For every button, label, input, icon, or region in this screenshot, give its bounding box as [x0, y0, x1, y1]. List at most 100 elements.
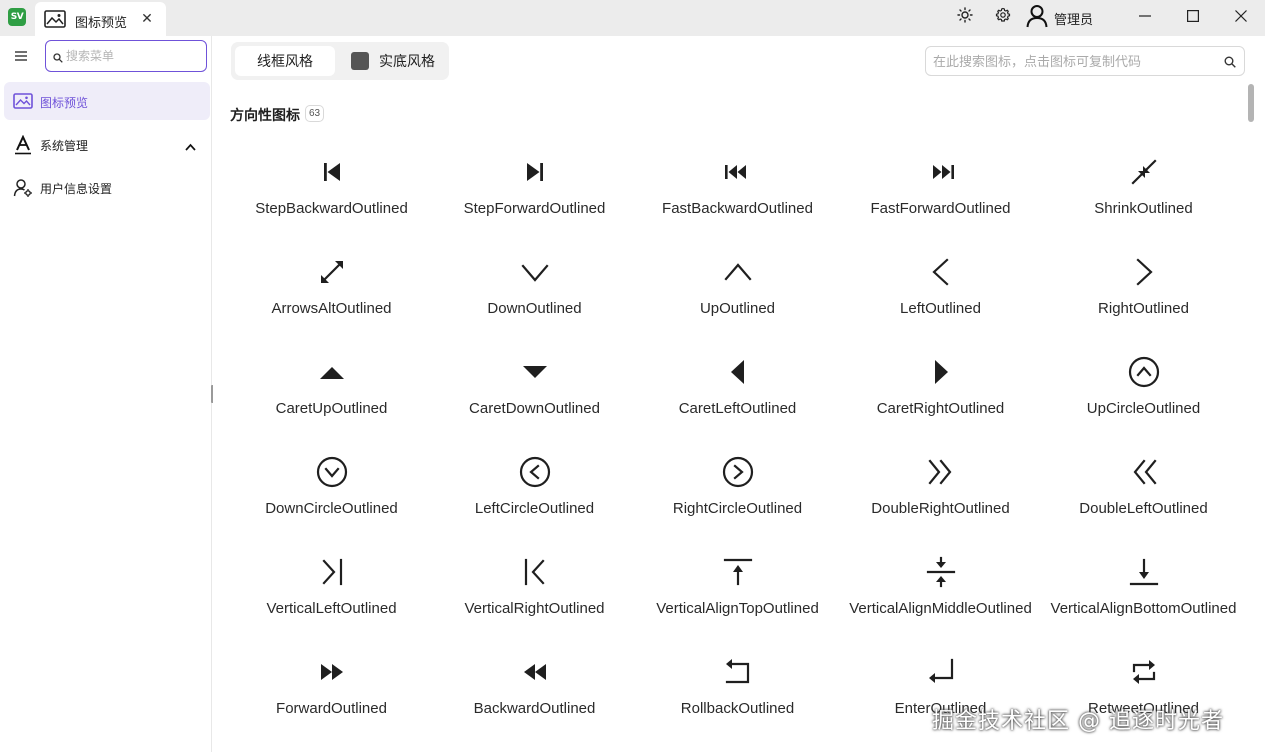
- search-icon[interactable]: [1224, 55, 1236, 73]
- caret-down-icon: [519, 356, 551, 388]
- caret-right-icon: [925, 356, 957, 388]
- title-bar: SV 图标预览 ✕ 管理员: [0, 0, 1265, 36]
- scrollbar[interactable]: [1248, 84, 1254, 752]
- icon-card[interactable]: UpCircleOutlined: [1042, 336, 1245, 436]
- menu-search-box: [45, 40, 207, 72]
- icon-card[interactable]: FastBackwardOutlined: [636, 136, 839, 236]
- minimize-button[interactable]: [1132, 5, 1158, 31]
- tab-label: 图标预览: [75, 15, 128, 30]
- sun-icon: [957, 6, 973, 28]
- letter-a-icon: [13, 134, 33, 155]
- icon-card[interactable]: StepBackwardOutlined: [230, 136, 433, 236]
- user-name: 管理员: [1054, 11, 1094, 27]
- scrollbar-thumb[interactable]: [1248, 84, 1254, 122]
- close-icon: [1235, 9, 1247, 27]
- fast-forward-icon: [925, 156, 957, 188]
- step-forward-icon: [519, 156, 551, 188]
- watermark: 掘金技术社区 @ 追逐时光者: [932, 709, 1224, 734]
- filled-style-button[interactable]: 实底风格: [339, 46, 445, 76]
- arrows-alt-icon: [316, 256, 348, 288]
- icon-name: DoubleLeftOutlined: [1079, 500, 1208, 517]
- icon-card[interactable]: VerticalAlignTopOutlined: [636, 536, 839, 636]
- icon-card[interactable]: LeftCircleOutlined: [433, 436, 636, 536]
- icon-card[interactable]: ForwardOutlined: [230, 636, 433, 736]
- icon-card[interactable]: DoubleLeftOutlined: [1042, 436, 1245, 536]
- icon-name: CaretUpOutlined: [275, 400, 388, 417]
- icon-name: DoubleRightOutlined: [871, 500, 1010, 517]
- icon-name: DownOutlined: [487, 300, 582, 317]
- vertical-align-top-icon: [722, 556, 754, 588]
- theme-toggle-button[interactable]: [954, 6, 976, 28]
- section-count-badge: 63: [305, 105, 325, 122]
- caret-left-icon: [722, 356, 754, 388]
- icon-search-box: [925, 46, 1245, 76]
- double-left-icon: [1128, 456, 1160, 488]
- maximize-button[interactable]: [1180, 5, 1206, 31]
- app-logo: SV: [8, 8, 26, 26]
- icon-card[interactable]: CaretRightOutlined: [839, 336, 1042, 436]
- outlined-style-button[interactable]: 线框风格: [235, 46, 335, 76]
- icon-name: DownCircleOutlined: [265, 500, 398, 517]
- caret-up-icon: [316, 356, 348, 388]
- icon-name: UpOutlined: [699, 300, 776, 317]
- retweet-icon: [1128, 656, 1160, 688]
- vertical-align-bottom-icon: [1128, 556, 1160, 588]
- sidebar-item-label: 用户信息设置: [40, 182, 113, 196]
- icon-card[interactable]: ShrinkOutlined: [1042, 136, 1245, 236]
- sidebar-item-user-settings[interactable]: 用户信息设置: [4, 168, 210, 206]
- icon-name: VerticalAlignTopOutlined: [656, 600, 819, 617]
- fast-backward-icon: [722, 156, 754, 188]
- tab-icon-preview[interactable]: 图标预览 ✕: [35, 2, 166, 36]
- left-circle-icon: [519, 456, 551, 488]
- icon-card[interactable]: DownOutlined: [433, 236, 636, 336]
- icon-card[interactable]: BackwardOutlined: [433, 636, 636, 736]
- icon-card[interactable]: VerticalRightOutlined: [433, 536, 636, 636]
- menu-collapse-button[interactable]: [11, 48, 31, 68]
- icon-card[interactable]: UpOutlined: [636, 236, 839, 336]
- user-menu[interactable]: 管理员: [1026, 4, 1093, 32]
- sidebar-item-system-management[interactable]: 系统管理: [4, 125, 210, 163]
- icon-card[interactable]: VerticalAlignMiddleOutlined: [839, 536, 1042, 636]
- tab-close-button[interactable]: ✕: [138, 9, 156, 27]
- settings-button[interactable]: [992, 6, 1014, 28]
- forward-icon: [316, 656, 348, 688]
- icon-card[interactable]: LeftOutlined: [839, 236, 1042, 336]
- up-icon: [722, 256, 754, 288]
- icon-name: CaretDownOutlined: [469, 400, 600, 417]
- icon-card[interactable]: RightOutlined: [1042, 236, 1245, 336]
- icon-name: RightOutlined: [1098, 300, 1189, 317]
- icon-card[interactable]: RollbackOutlined: [636, 636, 839, 736]
- image-icon: [13, 92, 33, 112]
- icon-name: ForwardOutlined: [276, 700, 387, 717]
- maximize-icon: [1187, 9, 1200, 27]
- icon-name: StepBackwardOutlined: [255, 200, 408, 217]
- icon-card[interactable]: RightCircleOutlined: [636, 436, 839, 536]
- icon-search-input[interactable]: [933, 52, 1213, 70]
- right-circle-icon: [722, 456, 754, 488]
- icon-name: LeftCircleOutlined: [474, 500, 595, 517]
- icon-card[interactable]: VerticalAlignBottomOutlined: [1042, 536, 1245, 636]
- icon-card[interactable]: FastForwardOutlined: [839, 136, 1042, 236]
- icon-card[interactable]: ArrowsAltOutlined: [230, 236, 433, 336]
- right-icon: [1128, 256, 1160, 288]
- icon-name: CaretRightOutlined: [876, 400, 1005, 417]
- icon-card[interactable]: DoubleRightOutlined: [839, 436, 1042, 536]
- icon-card[interactable]: CaretDownOutlined: [433, 336, 636, 436]
- icon-name: StepForwardOutlined: [463, 200, 606, 217]
- icon-card[interactable]: VerticalLeftOutlined: [230, 536, 433, 636]
- icon-card[interactable]: DownCircleOutlined: [230, 436, 433, 536]
- double-right-icon: [925, 456, 957, 488]
- menu-search-input[interactable]: [66, 47, 201, 65]
- close-window-button[interactable]: [1228, 5, 1254, 31]
- sidebar-item-icon-preview[interactable]: 图标预览: [4, 82, 210, 120]
- step-backward-icon: [316, 156, 348, 188]
- vertical-left-icon: [316, 556, 348, 588]
- vertical-align-middle-icon: [925, 556, 957, 588]
- icon-name: VerticalAlignMiddleOutlined: [849, 600, 1032, 617]
- icon-card[interactable]: CaretUpOutlined: [230, 336, 433, 436]
- shrink-icon: [1128, 156, 1160, 188]
- icon-name: UpCircleOutlined: [1086, 400, 1201, 417]
- sidebar-item-label: 图标预览: [40, 96, 89, 110]
- icon-card[interactable]: CaretLeftOutlined: [636, 336, 839, 436]
- icon-card[interactable]: StepForwardOutlined: [433, 136, 636, 236]
